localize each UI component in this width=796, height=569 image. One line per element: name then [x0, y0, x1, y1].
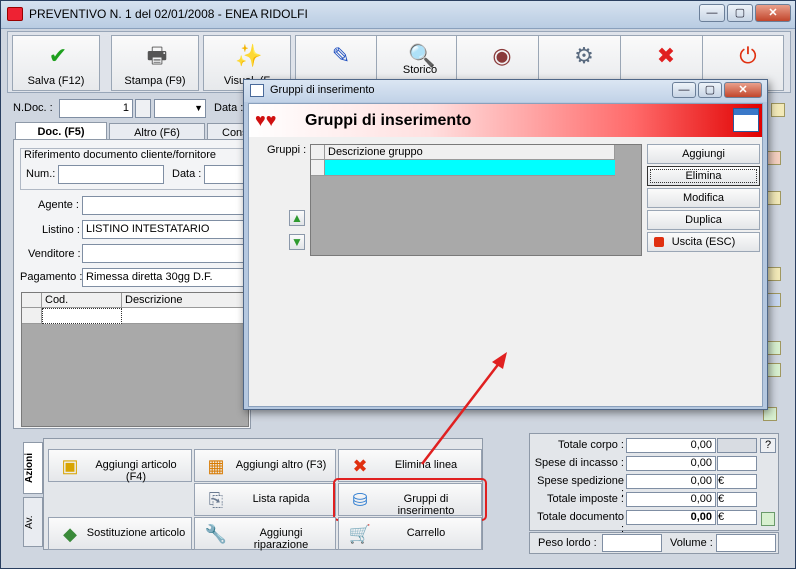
annotation-arrow-line — [421, 361, 501, 465]
annotation-arrow-layer — [421, 352, 507, 465]
annotation-arrow-head — [492, 352, 507, 369]
